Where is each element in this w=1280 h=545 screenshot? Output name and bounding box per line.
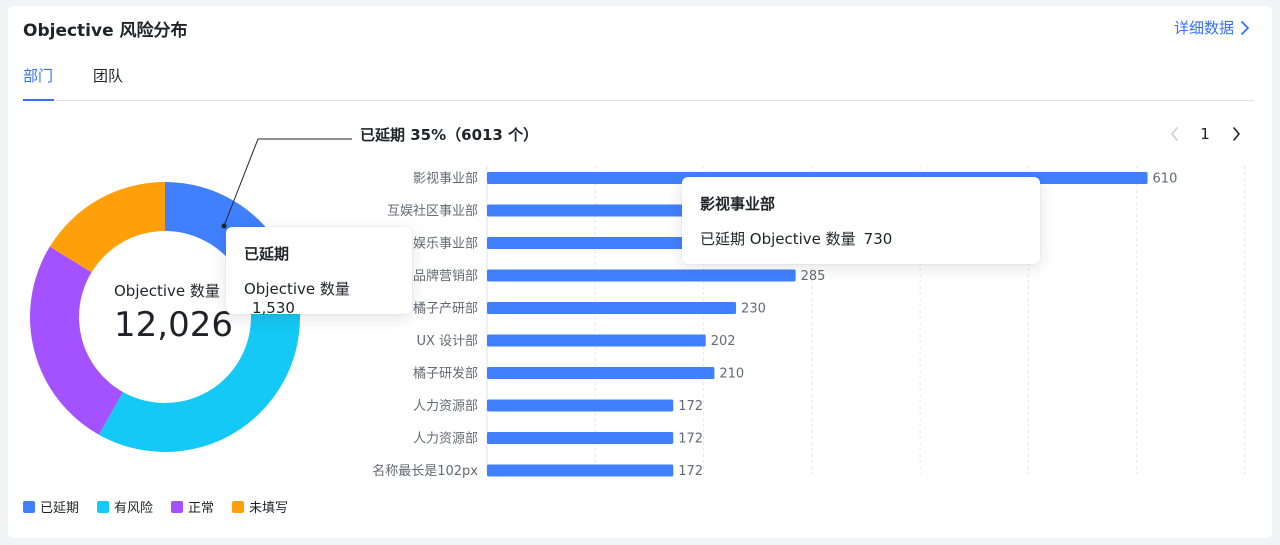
- y-tick-label: 橘子研发部: [413, 366, 478, 382]
- bar[interactable]: [487, 302, 737, 314]
- donut-tooltip: 已延期 Objective 数量1,530: [226, 227, 412, 317]
- bar-value-label: 172: [678, 464, 703, 479]
- bar-tooltip-title: 影视事业部: [700, 195, 776, 213]
- bar[interactable]: [487, 464, 674, 477]
- legend-swatch: [232, 500, 245, 513]
- legend-swatch: [171, 500, 184, 513]
- legend-item-normal[interactable]: 正常: [171, 497, 214, 516]
- legend-label: 正常: [188, 501, 215, 516]
- legend-swatch: [97, 500, 110, 513]
- legend-label: 已延期: [40, 501, 80, 516]
- bar-tooltip: 影视事业部 已延期 Objective 数量 730: [682, 177, 1040, 264]
- bar-value-label: 172: [678, 399, 703, 414]
- y-tick-label: 娱乐事业部: [413, 237, 478, 252]
- bar-value-label: 210: [719, 367, 744, 382]
- y-tick-label: 橘子产研部: [413, 301, 478, 317]
- bar-tooltip-metric: 已延期 Objective 数量: [700, 230, 856, 248]
- bar-value-label: 202: [711, 334, 736, 349]
- bar-tooltip-value: 730: [863, 230, 893, 248]
- bar-value-label: 285: [801, 269, 826, 284]
- y-tick-label: 人力资源部: [413, 399, 478, 414]
- bar[interactable]: [487, 269, 796, 282]
- y-tick-label: 品牌营销部: [413, 268, 478, 284]
- legend-label: 有风险: [114, 501, 154, 516]
- bar[interactable]: [487, 334, 706, 347]
- donut-legend: 已延期 有风险 正常 未填写: [23, 497, 288, 516]
- legend-item-at-risk[interactable]: 有风险: [97, 497, 153, 516]
- donut-tooltip-value: 1,530: [252, 299, 295, 317]
- department-bar-chart: 影视事业部 610 互娱社区事业部娱乐事业部品牌营销部 285 橘子产研部 230 UX 设…: [372, 166, 1246, 479]
- y-tick-label: 人力资源部: [413, 432, 478, 447]
- legend-item-delayed[interactable]: 已延期: [23, 497, 79, 516]
- legend-swatch: [23, 500, 35, 513]
- legend-item-unfilled[interactable]: 未填写: [232, 497, 288, 516]
- bar-value-label: 230: [741, 302, 766, 317]
- donut-tooltip-title: 已延期: [244, 245, 290, 263]
- bar-value-label: 172: [678, 432, 703, 447]
- legend-label: 未填写: [249, 501, 289, 516]
- y-tick-label: UX 设计部: [416, 334, 478, 349]
- bar-value-label: 610: [1153, 172, 1178, 187]
- y-tick-label: 名称最长是102px: [372, 463, 478, 479]
- bar[interactable]: [487, 367, 715, 379]
- bar[interactable]: [487, 432, 674, 444]
- donut-tooltip-metric: Objective 数量: [244, 280, 350, 298]
- y-tick-label: 互娱社区事业部: [387, 203, 478, 219]
- bar[interactable]: [487, 399, 674, 412]
- y-tick-label: 影视事业部: [413, 172, 478, 187]
